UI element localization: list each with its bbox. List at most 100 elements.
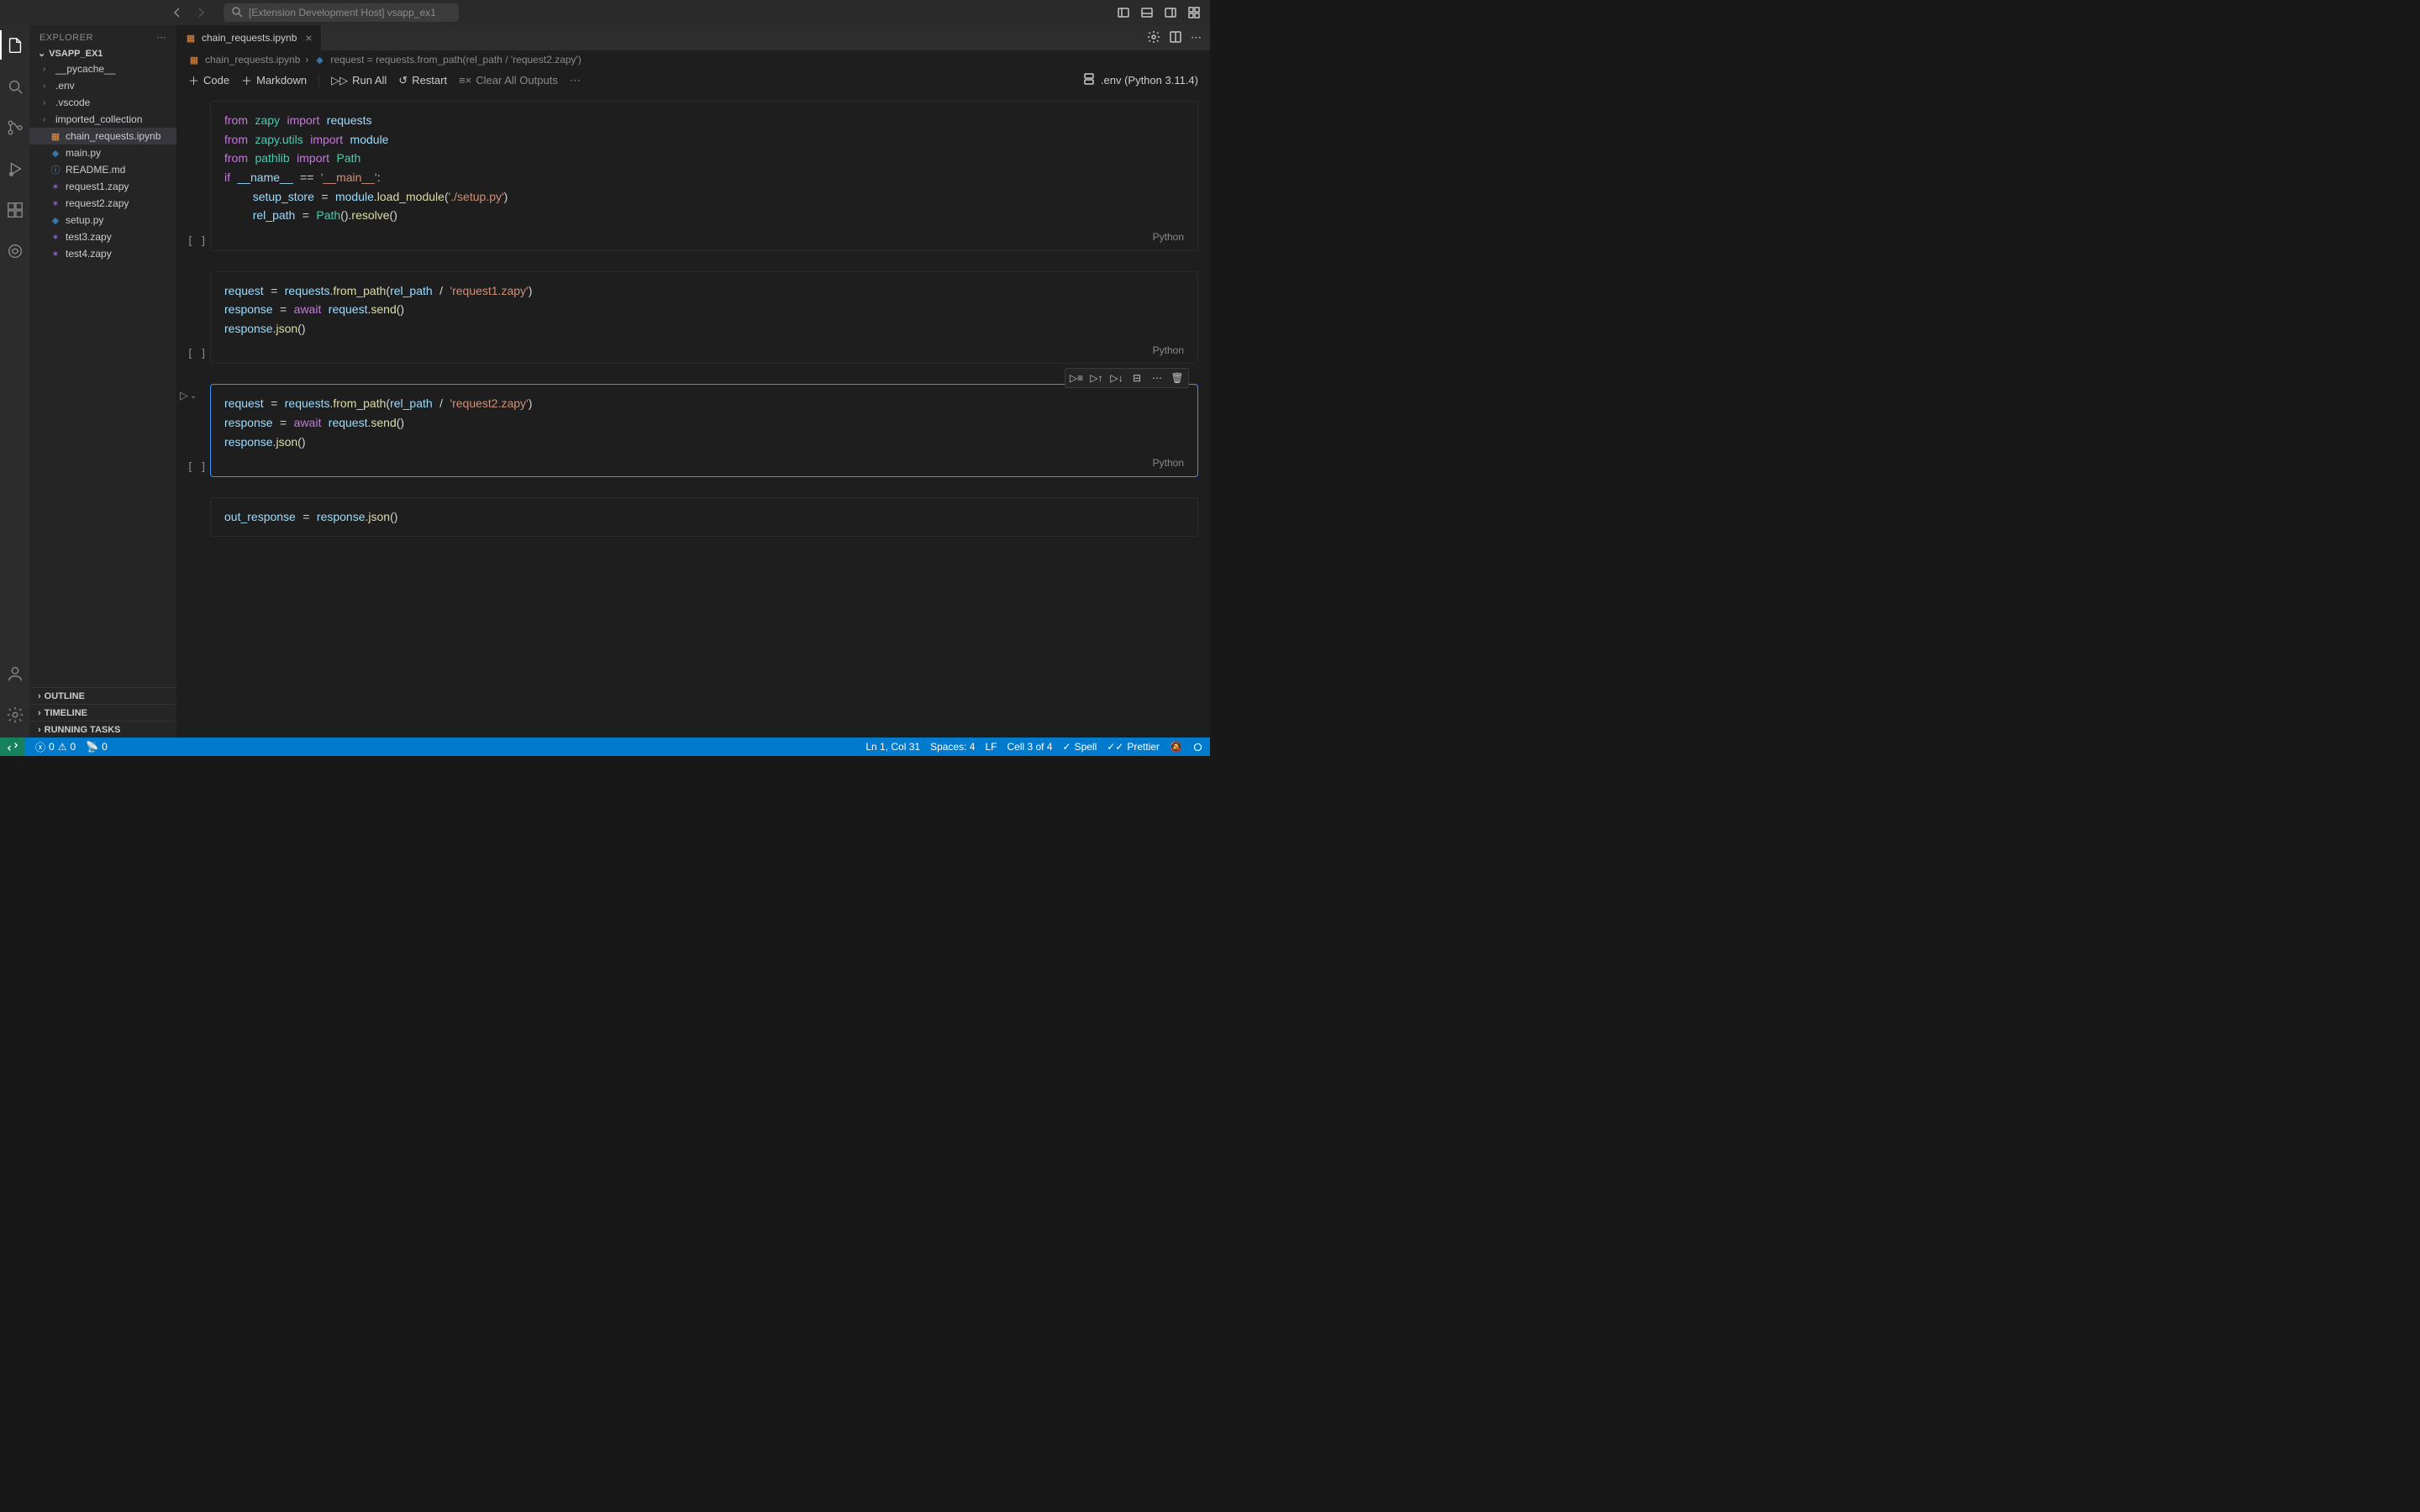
panel-outline[interactable]: ›OUTLINE [29, 687, 176, 704]
activity-source-control[interactable] [0, 113, 29, 142]
run-below-icon[interactable]: ▷↓ [1107, 370, 1126, 386]
py-icon: ◆ [50, 214, 61, 226]
activity-zapy[interactable] [0, 236, 29, 265]
nav-back[interactable] [168, 3, 187, 22]
file-chain_requests-ipynb[interactable]: ▦chain_requests.ipynb [29, 128, 176, 144]
editor-tabs: ▦ chain_requests.ipynb × ⋯ [176, 25, 1210, 50]
chevron-down-icon: ⌄ [38, 48, 45, 59]
split-cell-icon[interactable]: ⊟ [1128, 370, 1146, 386]
python-icon: ◆ [313, 54, 325, 66]
layout-sidebar-right-icon[interactable] [1163, 5, 1178, 20]
layout-sidebar-left-icon[interactable] [1116, 5, 1131, 20]
cell-run-button[interactable]: ▷ ⌄ [180, 389, 197, 402]
panel-timeline[interactable]: ›TIMELINE [29, 704, 176, 721]
py-icon: ◆ [50, 147, 61, 159]
file-README-md[interactable]: ⓘREADME.md [29, 161, 176, 178]
cell-execution-count: [ ] [176, 461, 207, 474]
run-by-line-icon[interactable]: ▷≡ [1067, 370, 1086, 386]
notebook-cell[interactable]: [ ] from zapy import requests from zapy.… [176, 101, 1198, 251]
notebook-cell[interactable]: out_response = response.json() [176, 497, 1198, 537]
command-center[interactable]: [Extension Development Host] vsapp_ex1 [224, 3, 459, 22]
remote-indicator[interactable] [0, 738, 25, 756]
md-icon: ⓘ [50, 164, 61, 176]
status-ports[interactable]: 📡0 [86, 741, 108, 753]
cell-execution-count: [ ] [176, 348, 207, 360]
restart-button[interactable]: ↺Restart [398, 74, 447, 87]
notebook-icon: ▦ [188, 54, 200, 66]
editor-settings-icon[interactable] [1147, 30, 1160, 46]
chevron-right-icon: › [43, 115, 51, 124]
zapy-icon: ✶ [50, 197, 61, 209]
chevron-right-icon: › [38, 725, 41, 735]
status-notifications[interactable]: 🔕 [1170, 741, 1182, 753]
kernel-picker[interactable]: .env (Python 3.11.4) [1082, 72, 1198, 88]
search-icon [230, 5, 244, 21]
split-editor-icon[interactable] [1169, 30, 1182, 46]
folder--vscode[interactable]: ›.vscode [29, 94, 176, 111]
breadcrumb-symbol: request = requests.from_path(rel_path / … [330, 54, 581, 66]
activity-search[interactable] [0, 71, 29, 101]
project-name: VSAPP_EX1 [49, 49, 103, 59]
file-main-py[interactable]: ◆main.py [29, 144, 176, 161]
antenna-icon: 📡 [86, 741, 98, 753]
run-all-button[interactable]: ▷▷Run All [331, 74, 387, 87]
panel-running-tasks[interactable]: ›RUNNING TASKS [29, 721, 176, 738]
status-sync[interactable] [1192, 741, 1203, 753]
status-spell[interactable]: ✓Spell [1063, 741, 1097, 753]
run-above-icon[interactable]: ▷↑ [1087, 370, 1106, 386]
cell-language[interactable]: Python [224, 455, 1184, 471]
layout-panel-icon[interactable] [1139, 5, 1155, 20]
cell-language[interactable]: Python [224, 229, 1184, 245]
cell-language[interactable]: Python [224, 343, 1184, 359]
file-tree: ›__pycache__›.env›.vscode›imported_colle… [29, 60, 176, 687]
file-test4-zapy[interactable]: ✶test4.zapy [29, 245, 176, 262]
folder-imported_collection[interactable]: ›imported_collection [29, 111, 176, 128]
status-problems[interactable]: ⓧ0 ⚠0 [35, 740, 76, 754]
activity-extensions[interactable] [0, 195, 29, 224]
activity-accounts[interactable] [0, 659, 29, 688]
activity-bar [0, 25, 29, 738]
notebook-cells: [ ] from zapy import requests from zapy.… [176, 92, 1210, 738]
folder-__pycache__[interactable]: ›__pycache__ [29, 60, 176, 77]
breadcrumb[interactable]: ▦ chain_requests.ipynb › ◆ request = req… [176, 50, 1210, 69]
status-indent[interactable]: Spaces: 4 [930, 741, 975, 753]
project-header[interactable]: ⌄ VSAPP_EX1 [29, 46, 176, 60]
cell-editor[interactable]: from zapy import requests from zapy.util… [210, 101, 1198, 251]
cell-editor[interactable]: request = requests.from_path(rel_path / … [210, 271, 1198, 365]
cell-editor[interactable]: ▷≡ ▷↑ ▷↓ ⊟ ⋯ 🗑 request = requests.from_p… [210, 384, 1198, 477]
add-markdown-button[interactable]: ＋Markdown [241, 72, 307, 88]
explorer-more-icon[interactable]: ⋯ [157, 32, 167, 43]
status-cell[interactable]: Cell 3 of 4 [1007, 741, 1052, 753]
file-request2-zapy[interactable]: ✶request2.zapy [29, 195, 176, 212]
clear-outputs-button[interactable]: ≡×Clear All Outputs [459, 74, 558, 87]
activity-settings[interactable] [0, 700, 29, 729]
chevron-right-icon: › [43, 98, 51, 108]
status-cursor[interactable]: Ln 1, Col 31 [865, 741, 920, 753]
file-test3-zapy[interactable]: ✶test3.zapy [29, 228, 176, 245]
chevron-right-icon: › [38, 691, 41, 701]
status-prettier[interactable]: ✓✓Prettier [1107, 741, 1160, 753]
tab-label: chain_requests.ipynb [202, 32, 297, 44]
tab-close-icon[interactable]: × [305, 31, 312, 45]
activity-run-debug[interactable] [0, 154, 29, 183]
notebook-cell[interactable]: [ ] request = requests.from_path(rel_pat… [176, 271, 1198, 365]
delete-cell-icon[interactable]: 🗑 [1168, 370, 1186, 386]
status-eol[interactable]: LF [985, 741, 997, 753]
clear-icon: ≡× [459, 74, 471, 87]
file-request1-zapy[interactable]: ✶request1.zapy [29, 178, 176, 195]
editor-more-icon[interactable]: ⋯ [1191, 31, 1202, 45]
layout-customize-icon[interactable] [1186, 5, 1202, 20]
add-code-button[interactable]: ＋Code [188, 72, 229, 88]
activity-explorer[interactable] [0, 30, 29, 60]
toolbar-more-icon[interactable]: ⋯ [570, 74, 581, 87]
plus-icon: ＋ [188, 72, 199, 88]
notebook-cell[interactable]: ▷ ⌄ [ ] ▷≡ ▷↑ ▷↓ ⊟ ⋯ 🗑 request = request… [176, 384, 1198, 477]
server-icon [1082, 72, 1096, 88]
nav-forward[interactable] [192, 3, 210, 22]
tab-chain-requests[interactable]: ▦ chain_requests.ipynb × [176, 25, 322, 50]
file-setup-py[interactable]: ◆setup.py [29, 212, 176, 228]
folder--env[interactable]: ›.env [29, 77, 176, 94]
cell-more-icon[interactable]: ⋯ [1148, 370, 1166, 386]
cell-editor[interactable]: out_response = response.json() [210, 497, 1198, 537]
cell-toolbar: ▷≡ ▷↑ ▷↓ ⊟ ⋯ 🗑 [1065, 368, 1189, 388]
